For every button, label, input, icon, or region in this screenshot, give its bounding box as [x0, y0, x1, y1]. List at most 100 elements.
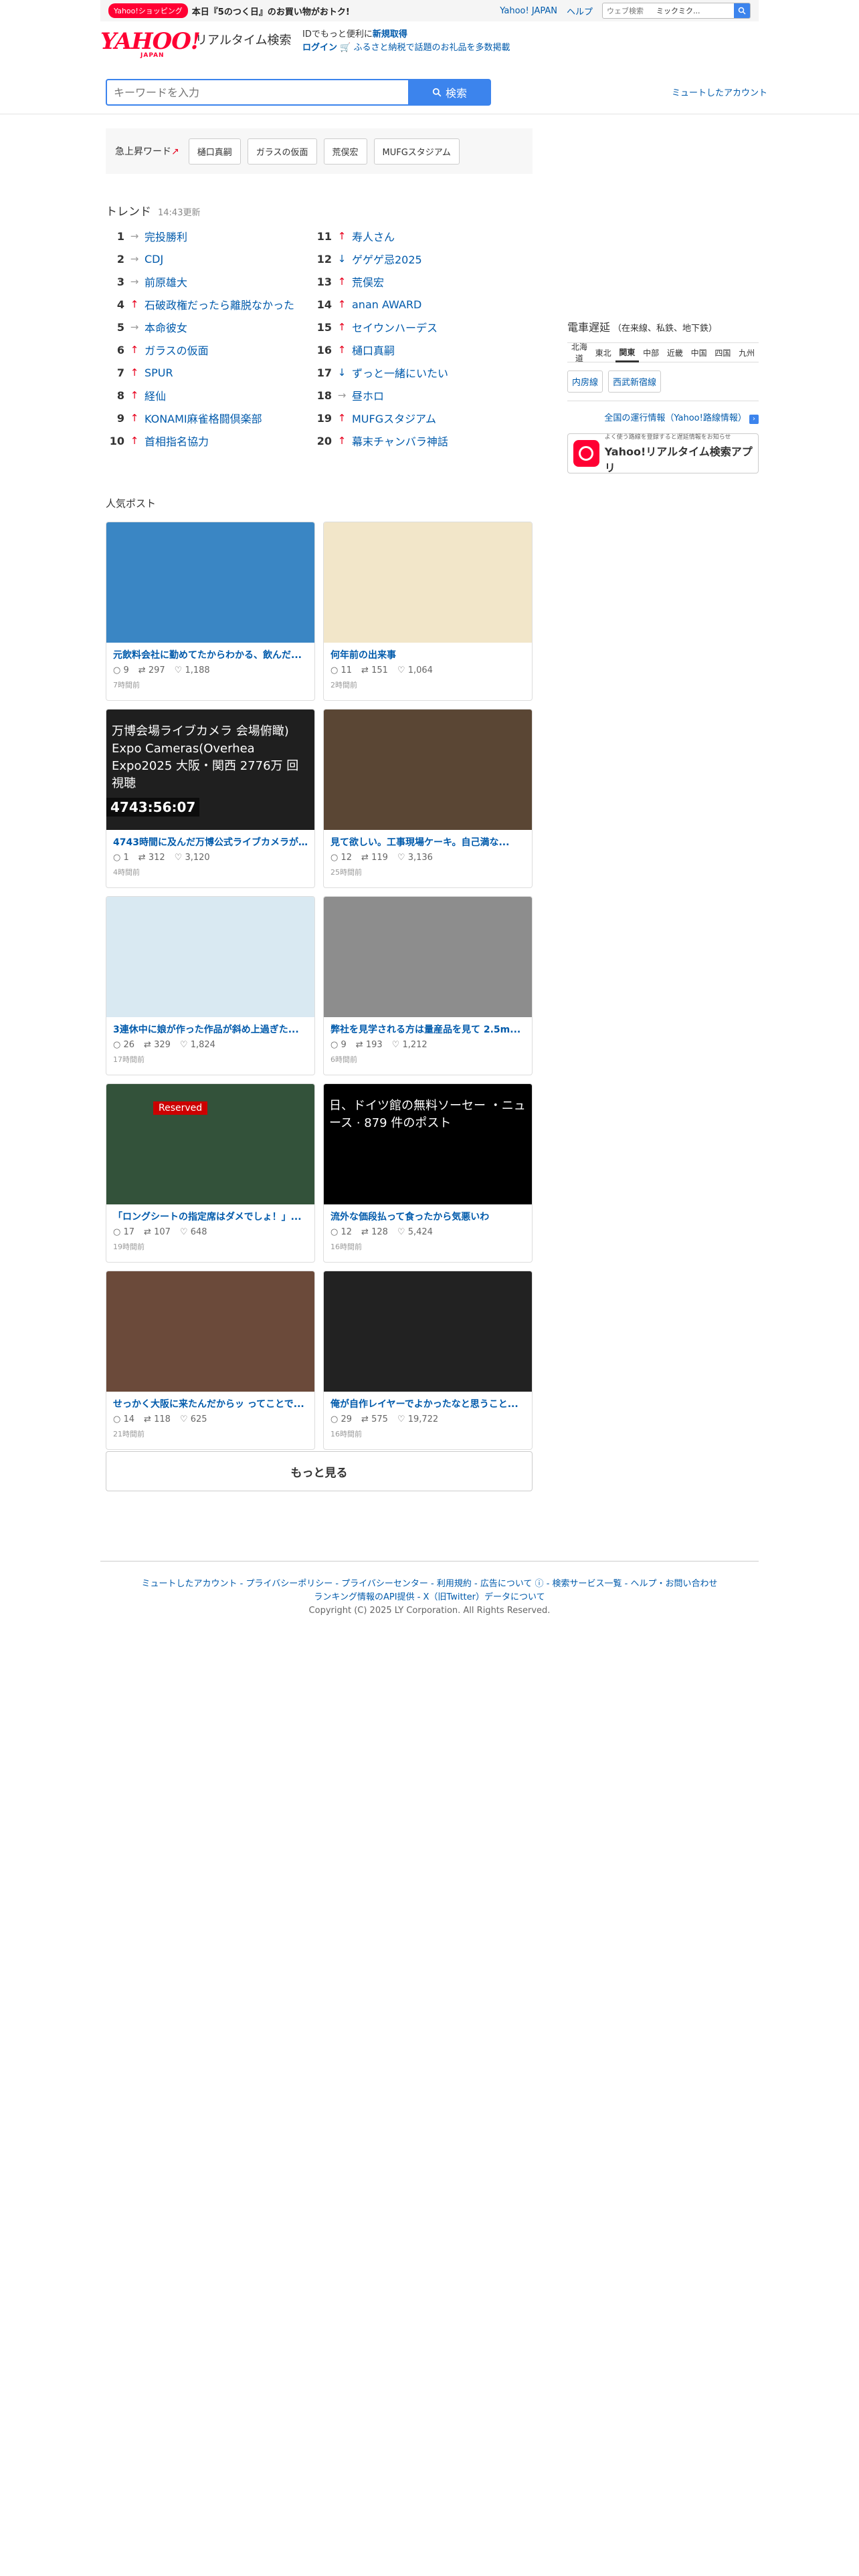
post-image[interactable] — [324, 522, 532, 643]
web-search-button[interactable] — [734, 3, 750, 18]
post-title[interactable]: 何年前の出来事 — [324, 643, 532, 661]
web-search-input[interactable] — [603, 6, 656, 15]
trend-item[interactable]: 7 ↑ SPUR — [108, 361, 309, 384]
post-card[interactable]: 3連休中に娘が作った作品が斜め上過ぎた... ○ 26 ⇄ 329 ♡ 1,824 17… — [106, 896, 315, 1075]
post-card[interactable]: せっかく大阪に来たんだからッ ってことで... ○ 14 ⇄ 118 ♡ 625 21時… — [106, 1271, 315, 1450]
post-title[interactable]: せっかく大阪に来たんだからッ ってことで... — [106, 1392, 314, 1410]
post-title[interactable]: 弊社を見学される方は量産品を見て 2.5m... — [324, 1017, 532, 1036]
trend-item[interactable]: 17 ↓ ずっと一緒にいたい — [316, 361, 516, 384]
trend-item[interactable]: 11 ↑ 寿人さん — [316, 225, 516, 247]
post-card[interactable]: 日、ドイツ館の無料ソーセー ・ニュース · 879 件のポスト 流外な価段払って食… — [323, 1083, 533, 1263]
trend-word[interactable]: MUFGスタジアム — [352, 410, 436, 426]
post-card[interactable]: 俺が自作レイヤーでよかったなと思うこと... ○ 29 ⇄ 575 ♡ 19,722 1… — [323, 1271, 533, 1450]
rising-chip[interactable]: MUFGスタジアム — [373, 138, 460, 165]
post-title[interactable]: 3連休中に娘が作った作品が斜め上過ぎた... — [106, 1017, 314, 1036]
trend-word[interactable]: CDJ — [145, 253, 163, 265]
trend-word[interactable]: 樋口真嗣 — [352, 342, 395, 358]
post-title[interactable]: 流外な価段払って食ったから気悪いわ — [324, 1204, 532, 1223]
post-image[interactable] — [324, 897, 532, 1017]
post-image[interactable] — [106, 1271, 314, 1392]
trend-word[interactable]: KONAMI麻雀格闘倶楽部 — [145, 410, 262, 426]
trend-item[interactable]: 10 ↑ 首相指名協力 — [108, 429, 309, 452]
delayed-line[interactable]: 内房線 — [567, 370, 603, 393]
post-card[interactable]: Reserved 「ロングシートの指定席はダメでしょ！」... ○ 17 ⇄ 107 ♡… — [106, 1083, 315, 1263]
footer-links[interactable]: ミュートしたアカウント - プライバシーポリシー - プライバシーセンター - … — [100, 1578, 759, 1591]
trend-word[interactable]: 経仙 — [145, 387, 166, 403]
trend-word[interactable]: 寿人さん — [352, 228, 395, 244]
post-card[interactable]: 万博会場ライブカメラ 会場俯瞰) Expo Cameras(Overhea Ex… — [106, 709, 315, 888]
service-title[interactable]: リアルタイム検索 — [195, 31, 291, 48]
post-image[interactable] — [324, 1271, 532, 1392]
footer-links-2[interactable]: ランキング情報のAPI提供 - X（旧Twitter）データについて — [100, 1591, 759, 1604]
post-image[interactable]: 日、ドイツ館の無料ソーセー ・ニュース · 879 件のポスト — [324, 1084, 532, 1204]
post-image[interactable] — [324, 710, 532, 830]
post-card[interactable]: 何年前の出来事 ○ 11 ⇄ 151 ♡ 1,064 2時間前 — [323, 522, 533, 701]
rising-chip[interactable]: 樋口真嗣 — [188, 138, 241, 165]
trend-item[interactable]: 18 → 昼ホロ — [316, 384, 516, 407]
post-image[interactable] — [106, 522, 314, 643]
region-tab[interactable]: 四国 — [711, 347, 735, 358]
post-title[interactable]: 俺が自作レイヤーでよかったなと思うこと... — [324, 1392, 532, 1410]
search-input[interactable] — [106, 79, 408, 106]
trend-item[interactable]: 15 ↑ セイウンハーデス — [316, 316, 516, 338]
more-button[interactable]: もっと見る — [106, 1451, 533, 1491]
trend-word[interactable]: 首相指名協力 — [145, 433, 209, 449]
post-image[interactable]: Reserved — [106, 1084, 314, 1204]
furusato-link[interactable]: 🛒 ふるさと納税で話題のお礼品を多数掲載 — [340, 43, 510, 53]
trend-word[interactable]: 本命彼女 — [145, 319, 187, 335]
region-tab[interactable]: 北海道 — [567, 341, 591, 364]
post-image[interactable]: 万博会場ライブカメラ 会場俯瞰) Expo Cameras(Overhea Ex… — [106, 710, 314, 830]
trend-item[interactable]: 19 ↑ MUFGスタジアム — [316, 407, 516, 429]
all-train-info-link[interactable]: 全国の運行情報（Yahoo!路線情報） › — [567, 401, 759, 424]
login-link[interactable]: ログイン — [302, 43, 337, 53]
post-image[interactable] — [106, 897, 314, 1017]
register-link[interactable]: 新規取得 — [373, 29, 407, 39]
trend-word[interactable]: 完投勝利 — [145, 228, 187, 244]
trend-item[interactable]: 2 → CDJ — [108, 247, 309, 270]
post-title[interactable]: 元飲料会社に勤めてたからわかる、飲んだ... — [106, 643, 314, 661]
trend-item[interactable]: 1 → 完投勝利 — [108, 225, 309, 247]
trend-word[interactable]: anan AWARD — [352, 298, 421, 311]
trend-word[interactable]: ずっと一緒にいたい — [352, 364, 448, 381]
web-search-suggest[interactable]: ミックミク... — [656, 5, 723, 16]
post-card[interactable]: 元飲料会社に勤めてたからわかる、飲んだ... ○ 9 ⇄ 297 ♡ 1,188 7時間… — [106, 522, 315, 701]
trend-item[interactable]: 13 ↑ 荒俣宏 — [316, 270, 516, 293]
post-title[interactable]: 「ロングシートの指定席はダメでしょ！」... — [106, 1204, 314, 1223]
region-tab[interactable]: 近畿 — [663, 347, 687, 358]
rising-chip[interactable]: ガラスの仮面 — [247, 138, 317, 165]
shopping-badge[interactable]: Yahoo!ショッピング — [108, 3, 188, 18]
trend-word[interactable]: 前原雄大 — [145, 274, 187, 290]
trend-word[interactable]: 荒俣宏 — [352, 274, 384, 290]
post-title[interactable]: 4743時間に及んだ万博公式ライブカメラが... — [106, 830, 314, 849]
trend-item[interactable]: 8 ↑ 経仙 — [108, 384, 309, 407]
yahoo-logo[interactable]: YAHOO! — [100, 28, 201, 55]
trend-item[interactable]: 16 ↑ 樋口真嗣 — [316, 338, 516, 361]
trend-word[interactable]: 昼ホロ — [352, 387, 384, 403]
trend-item[interactable]: 5 → 本命彼女 — [108, 316, 309, 338]
post-title[interactable]: 見て欲しい。工事現場ケーキ。自己満な... — [324, 830, 532, 849]
trend-item[interactable]: 20 ↑ 幕末チャンバラ神話 — [316, 429, 516, 452]
region-tab[interactable]: 東北 — [591, 347, 615, 358]
trend-item[interactable]: 9 ↑ KONAMI麻雀格闘倶楽部 — [108, 407, 309, 429]
trend-word[interactable]: ゲゲゲ忌2025 — [352, 251, 422, 267]
trend-word[interactable]: ガラスの仮面 — [145, 342, 209, 358]
rising-chip[interactable]: 荒俣宏 — [323, 138, 367, 165]
trend-word[interactable]: セイウンハーデス — [352, 319, 438, 335]
delayed-line[interactable]: 西武新宿線 — [608, 370, 662, 393]
region-tab[interactable]: 中部 — [639, 347, 663, 358]
trend-item[interactable]: 12 ↓ ゲゲゲ忌2025 — [316, 247, 516, 270]
region-tab[interactable]: 関東 — [615, 342, 640, 362]
trend-word[interactable]: 幕末チャンバラ神話 — [352, 433, 448, 449]
post-card[interactable]: 弊社を見学される方は量産品を見て 2.5m... ○ 9 ⇄ 193 ♡ 1,212 6… — [323, 896, 533, 1075]
search-button[interactable]: 検索 — [408, 79, 491, 106]
trend-item[interactable]: 3 → 前原雄大 — [108, 270, 309, 293]
help-link[interactable]: ヘルプ — [567, 5, 593, 17]
trend-word[interactable]: 石破政権だったら離脱なかった — [145, 296, 294, 312]
trend-item[interactable]: 4 ↑ 石破政権だったら離脱なかった — [108, 293, 309, 316]
trend-item[interactable]: 14 ↑ anan AWARD — [316, 293, 516, 316]
region-tab[interactable]: 九州 — [735, 347, 759, 358]
trend-item[interactable]: 6 ↑ ガラスの仮面 — [108, 338, 309, 361]
promo-text[interactable]: 本日『5のつく日』のお買い物がおトク! — [192, 5, 350, 17]
app-banner[interactable]: よく使う路線を登録すると遅延情報をお知らせ Yahoo!リアルタイム検索アプリ — [567, 433, 759, 474]
yahoo-japan-link[interactable]: Yahoo! JAPAN — [500, 6, 557, 16]
